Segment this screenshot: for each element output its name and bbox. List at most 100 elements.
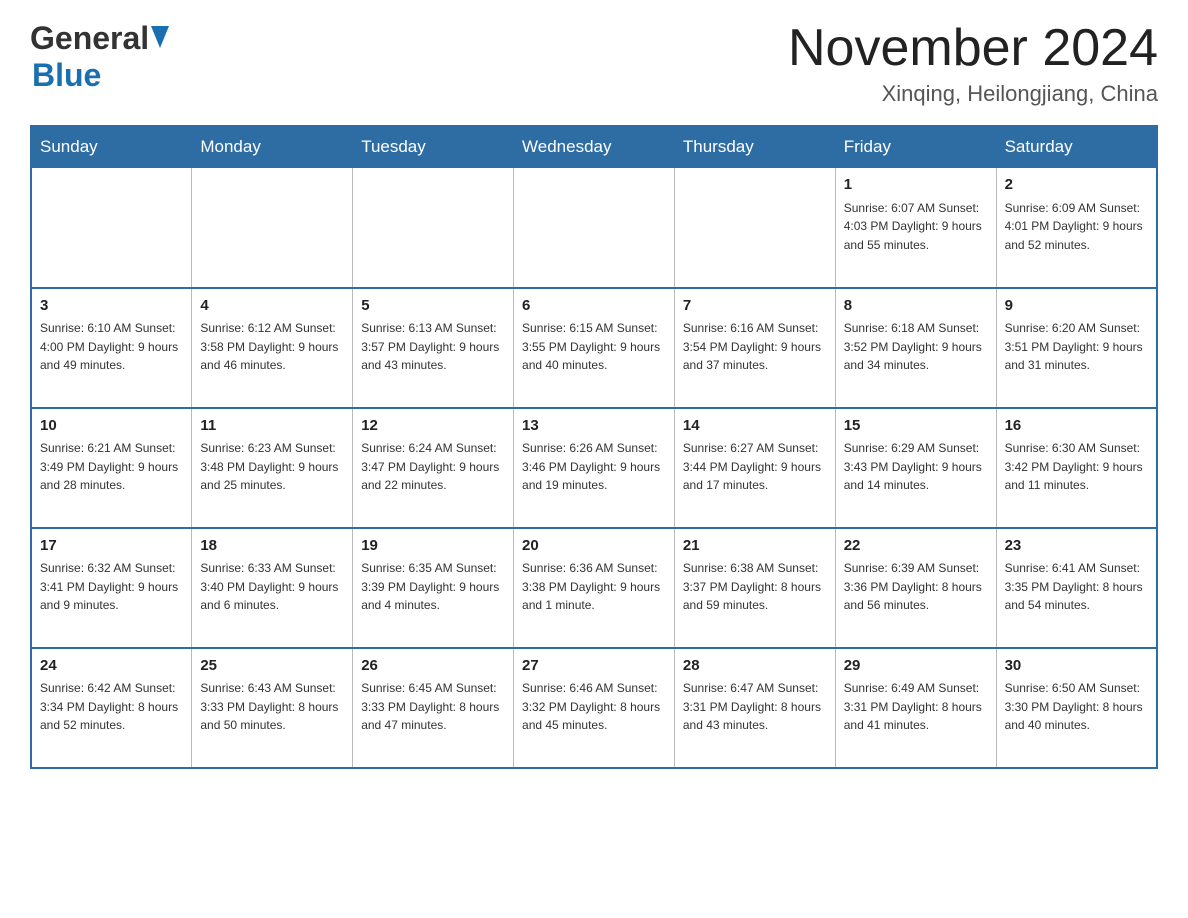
calendar-cell: 5Sunrise: 6:13 AM Sunset: 3:57 PM Daylig…: [353, 288, 514, 408]
day-number: 17: [40, 535, 183, 558]
calendar-cell: 10Sunrise: 6:21 AM Sunset: 3:49 PM Dayli…: [31, 408, 192, 528]
calendar-cell: 20Sunrise: 6:36 AM Sunset: 3:38 PM Dayli…: [514, 528, 675, 648]
calendar-cell: 30Sunrise: 6:50 AM Sunset: 3:30 PM Dayli…: [996, 648, 1157, 768]
day-info: Sunrise: 6:23 AM Sunset: 3:48 PM Dayligh…: [200, 439, 344, 495]
day-number: 3: [40, 295, 183, 318]
calendar-cell: 11Sunrise: 6:23 AM Sunset: 3:48 PM Dayli…: [192, 408, 353, 528]
day-number: 14: [683, 415, 827, 438]
day-info: Sunrise: 6:38 AM Sunset: 3:37 PM Dayligh…: [683, 559, 827, 615]
day-number: 15: [844, 415, 988, 438]
day-info: Sunrise: 6:39 AM Sunset: 3:36 PM Dayligh…: [844, 559, 988, 615]
day-number: 27: [522, 655, 666, 678]
calendar-cell: 29Sunrise: 6:49 AM Sunset: 3:31 PM Dayli…: [835, 648, 996, 768]
calendar-cell: 7Sunrise: 6:16 AM Sunset: 3:54 PM Daylig…: [674, 288, 835, 408]
day-info: Sunrise: 6:09 AM Sunset: 4:01 PM Dayligh…: [1005, 199, 1148, 255]
calendar-cell: 4Sunrise: 6:12 AM Sunset: 3:58 PM Daylig…: [192, 288, 353, 408]
calendar-cell: 1Sunrise: 6:07 AM Sunset: 4:03 PM Daylig…: [835, 168, 996, 288]
day-number: 29: [844, 655, 988, 678]
calendar-cell: [514, 168, 675, 288]
calendar-cell: 17Sunrise: 6:32 AM Sunset: 3:41 PM Dayli…: [31, 528, 192, 648]
day-info: Sunrise: 6:13 AM Sunset: 3:57 PM Dayligh…: [361, 319, 505, 375]
day-info: Sunrise: 6:16 AM Sunset: 3:54 PM Dayligh…: [683, 319, 827, 375]
col-header-sunday: Sunday: [31, 126, 192, 168]
calendar-cell: 23Sunrise: 6:41 AM Sunset: 3:35 PM Dayli…: [996, 528, 1157, 648]
day-info: Sunrise: 6:12 AM Sunset: 3:58 PM Dayligh…: [200, 319, 344, 375]
page-header: General Blue November 2024 Xinqing, Heil…: [30, 20, 1158, 107]
day-info: Sunrise: 6:21 AM Sunset: 3:49 PM Dayligh…: [40, 439, 183, 495]
col-header-wednesday: Wednesday: [514, 126, 675, 168]
day-info: Sunrise: 6:27 AM Sunset: 3:44 PM Dayligh…: [683, 439, 827, 495]
day-number: 21: [683, 535, 827, 558]
day-number: 25: [200, 655, 344, 678]
day-info: Sunrise: 6:10 AM Sunset: 4:00 PM Dayligh…: [40, 319, 183, 375]
calendar-cell: 15Sunrise: 6:29 AM Sunset: 3:43 PM Dayli…: [835, 408, 996, 528]
day-number: 13: [522, 415, 666, 438]
day-number: 19: [361, 535, 505, 558]
calendar-table: SundayMondayTuesdayWednesdayThursdayFrid…: [30, 125, 1158, 769]
day-info: Sunrise: 6:30 AM Sunset: 3:42 PM Dayligh…: [1005, 439, 1148, 495]
calendar-week-row: 17Sunrise: 6:32 AM Sunset: 3:41 PM Dayli…: [31, 528, 1157, 648]
calendar-cell: [353, 168, 514, 288]
calendar-cell: 26Sunrise: 6:45 AM Sunset: 3:33 PM Dayli…: [353, 648, 514, 768]
day-info: Sunrise: 6:15 AM Sunset: 3:55 PM Dayligh…: [522, 319, 666, 375]
day-number: 30: [1005, 655, 1148, 678]
day-number: 10: [40, 415, 183, 438]
day-number: 7: [683, 295, 827, 318]
day-info: Sunrise: 6:36 AM Sunset: 3:38 PM Dayligh…: [522, 559, 666, 615]
calendar-cell: 3Sunrise: 6:10 AM Sunset: 4:00 PM Daylig…: [31, 288, 192, 408]
calendar-header-row: SundayMondayTuesdayWednesdayThursdayFrid…: [31, 126, 1157, 168]
title-block: November 2024 Xinqing, Heilongjiang, Chi…: [788, 20, 1158, 107]
day-info: Sunrise: 6:47 AM Sunset: 3:31 PM Dayligh…: [683, 679, 827, 735]
day-number: 22: [844, 535, 988, 558]
calendar-cell: 28Sunrise: 6:47 AM Sunset: 3:31 PM Dayli…: [674, 648, 835, 768]
day-number: 20: [522, 535, 666, 558]
day-info: Sunrise: 6:45 AM Sunset: 3:33 PM Dayligh…: [361, 679, 505, 735]
day-number: 24: [40, 655, 183, 678]
day-info: Sunrise: 6:49 AM Sunset: 3:31 PM Dayligh…: [844, 679, 988, 735]
day-info: Sunrise: 6:33 AM Sunset: 3:40 PM Dayligh…: [200, 559, 344, 615]
col-header-saturday: Saturday: [996, 126, 1157, 168]
calendar-subtitle: Xinqing, Heilongjiang, China: [788, 81, 1158, 107]
day-number: 4: [200, 295, 344, 318]
calendar-week-row: 3Sunrise: 6:10 AM Sunset: 4:00 PM Daylig…: [31, 288, 1157, 408]
day-info: Sunrise: 6:32 AM Sunset: 3:41 PM Dayligh…: [40, 559, 183, 615]
day-info: Sunrise: 6:35 AM Sunset: 3:39 PM Dayligh…: [361, 559, 505, 615]
day-info: Sunrise: 6:24 AM Sunset: 3:47 PM Dayligh…: [361, 439, 505, 495]
calendar-cell: 12Sunrise: 6:24 AM Sunset: 3:47 PM Dayli…: [353, 408, 514, 528]
day-number: 26: [361, 655, 505, 678]
calendar-cell: 8Sunrise: 6:18 AM Sunset: 3:52 PM Daylig…: [835, 288, 996, 408]
day-number: 6: [522, 295, 666, 318]
calendar-cell: 14Sunrise: 6:27 AM Sunset: 3:44 PM Dayli…: [674, 408, 835, 528]
calendar-cell: 18Sunrise: 6:33 AM Sunset: 3:40 PM Dayli…: [192, 528, 353, 648]
day-number: 8: [844, 295, 988, 318]
day-number: 2: [1005, 174, 1148, 197]
col-header-thursday: Thursday: [674, 126, 835, 168]
day-number: 16: [1005, 415, 1148, 438]
day-number: 18: [200, 535, 344, 558]
calendar-cell: 22Sunrise: 6:39 AM Sunset: 3:36 PM Dayli…: [835, 528, 996, 648]
calendar-title: November 2024: [788, 20, 1158, 77]
day-number: 12: [361, 415, 505, 438]
logo-blue-text: Blue: [32, 57, 101, 93]
day-number: 5: [361, 295, 505, 318]
day-number: 1: [844, 174, 988, 197]
calendar-cell: 25Sunrise: 6:43 AM Sunset: 3:33 PM Dayli…: [192, 648, 353, 768]
day-info: Sunrise: 6:20 AM Sunset: 3:51 PM Dayligh…: [1005, 319, 1148, 375]
day-info: Sunrise: 6:50 AM Sunset: 3:30 PM Dayligh…: [1005, 679, 1148, 735]
day-number: 23: [1005, 535, 1148, 558]
day-info: Sunrise: 6:26 AM Sunset: 3:46 PM Dayligh…: [522, 439, 666, 495]
day-number: 9: [1005, 295, 1148, 318]
col-header-friday: Friday: [835, 126, 996, 168]
calendar-cell: 27Sunrise: 6:46 AM Sunset: 3:32 PM Dayli…: [514, 648, 675, 768]
calendar-cell: 21Sunrise: 6:38 AM Sunset: 3:37 PM Dayli…: [674, 528, 835, 648]
calendar-cell: 19Sunrise: 6:35 AM Sunset: 3:39 PM Dayli…: [353, 528, 514, 648]
day-info: Sunrise: 6:41 AM Sunset: 3:35 PM Dayligh…: [1005, 559, 1148, 615]
day-info: Sunrise: 6:42 AM Sunset: 3:34 PM Dayligh…: [40, 679, 183, 735]
day-info: Sunrise: 6:07 AM Sunset: 4:03 PM Dayligh…: [844, 199, 988, 255]
col-header-tuesday: Tuesday: [353, 126, 514, 168]
day-number: 11: [200, 415, 344, 438]
logo-arrow-icon: [151, 26, 169, 55]
logo-general-text: General: [30, 20, 149, 57]
calendar-cell: 2Sunrise: 6:09 AM Sunset: 4:01 PM Daylig…: [996, 168, 1157, 288]
calendar-cell: [674, 168, 835, 288]
